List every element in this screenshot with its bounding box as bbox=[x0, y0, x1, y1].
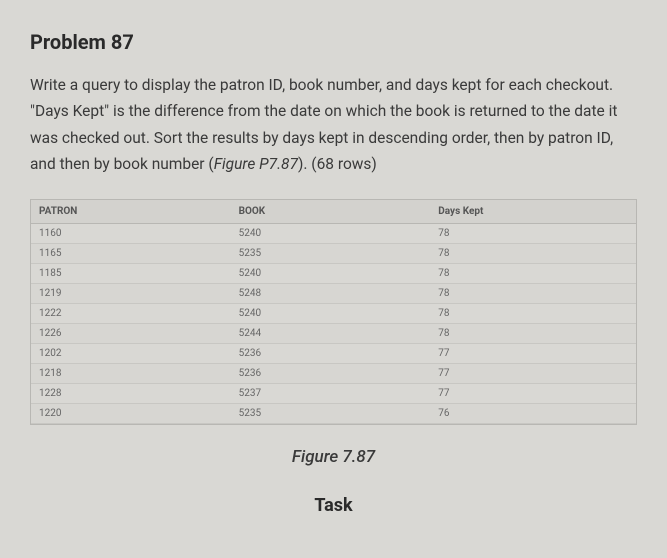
cell-book: 5240 bbox=[231, 304, 431, 324]
table-row: 1226524478 bbox=[31, 324, 636, 344]
cell-book: 5235 bbox=[231, 404, 431, 424]
cell-book: 5248 bbox=[231, 284, 431, 304]
description-post: ). (68 rows) bbox=[298, 155, 377, 173]
cell-patron: 1222 bbox=[31, 304, 231, 324]
cell-days: 77 bbox=[430, 344, 636, 364]
col-header-book: BOOK bbox=[231, 200, 431, 224]
table-row: 1202523677 bbox=[31, 344, 636, 364]
cell-patron: 1165 bbox=[31, 244, 231, 264]
table-row: 1228523777 bbox=[31, 384, 636, 404]
table-row: 1222524078 bbox=[31, 304, 636, 324]
cell-book: 5240 bbox=[231, 264, 431, 284]
table-row: 1160524078 bbox=[31, 224, 636, 244]
cell-book: 5236 bbox=[231, 344, 431, 364]
cell-days: 77 bbox=[430, 384, 636, 404]
table-row: 1185524078 bbox=[31, 264, 636, 284]
cell-patron: 1160 bbox=[31, 224, 231, 244]
table-row: 1165523578 bbox=[31, 244, 636, 264]
figure-caption: Figure 7.87 bbox=[30, 447, 637, 467]
results-table: PATRON BOOK Days Kept 116052407811655235… bbox=[31, 200, 636, 424]
cell-patron: 1218 bbox=[31, 364, 231, 384]
cell-book: 5237 bbox=[231, 384, 431, 404]
cell-days: 78 bbox=[430, 324, 636, 344]
cell-patron: 1185 bbox=[31, 264, 231, 284]
problem-title: Problem 87 bbox=[30, 30, 637, 54]
task-heading: Task bbox=[30, 495, 637, 516]
figure-ref: Figure P7.87 bbox=[214, 155, 298, 173]
cell-days: 76 bbox=[430, 404, 636, 424]
cell-days: 77 bbox=[430, 364, 636, 384]
cell-patron: 1202 bbox=[31, 344, 231, 364]
cell-days: 78 bbox=[430, 304, 636, 324]
cell-book: 5240 bbox=[231, 224, 431, 244]
cell-days: 78 bbox=[430, 244, 636, 264]
cell-patron: 1228 bbox=[31, 384, 231, 404]
table-row: 1218523677 bbox=[31, 364, 636, 384]
cell-days: 78 bbox=[430, 264, 636, 284]
cell-book: 5235 bbox=[231, 244, 431, 264]
cell-days: 78 bbox=[430, 284, 636, 304]
cell-days: 78 bbox=[430, 224, 636, 244]
table-header-row: PATRON BOOK Days Kept bbox=[31, 200, 636, 224]
cell-patron: 1219 bbox=[31, 284, 231, 304]
problem-description: Write a query to display the patron ID, … bbox=[30, 72, 637, 177]
cell-patron: 1220 bbox=[31, 404, 231, 424]
table-row: 1220523576 bbox=[31, 404, 636, 424]
results-table-container: PATRON BOOK Days Kept 116052407811655235… bbox=[30, 199, 637, 425]
cell-book: 5236 bbox=[231, 364, 431, 384]
table-row: 1219524878 bbox=[31, 284, 636, 304]
col-header-days: Days Kept bbox=[430, 200, 636, 224]
cell-book: 5244 bbox=[231, 324, 431, 344]
col-header-patron: PATRON bbox=[31, 200, 231, 224]
cell-patron: 1226 bbox=[31, 324, 231, 344]
